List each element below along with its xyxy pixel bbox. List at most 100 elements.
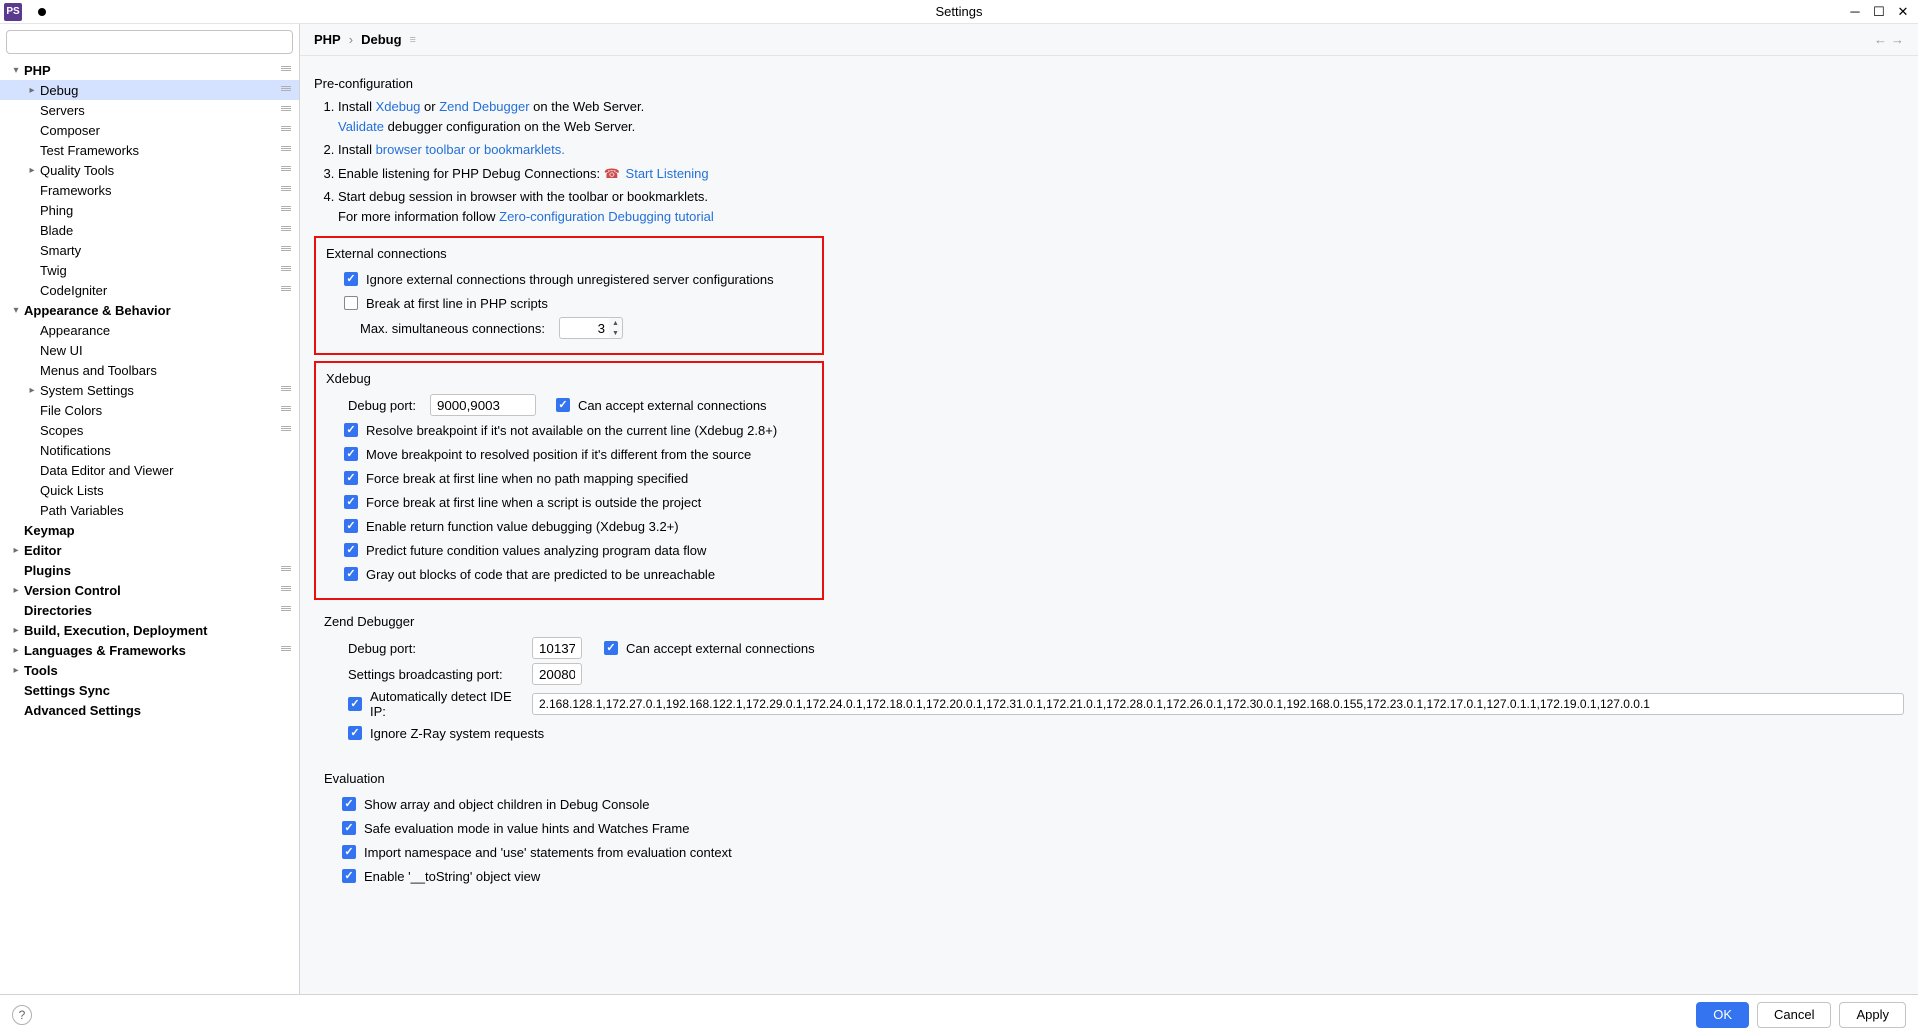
tree-item-debug[interactable]: ▸Debug [0, 80, 299, 100]
tree-item-appearance-behavior[interactable]: ▾Appearance & Behavior [0, 300, 299, 320]
tree-item-twig[interactable]: ▸Twig [0, 260, 299, 280]
tree-item-appearance[interactable]: ▸Appearance [0, 320, 299, 340]
toolbar-link[interactable]: browser toolbar or bookmarklets. [376, 142, 565, 157]
tree-item-path-variables[interactable]: ▸Path Variables [0, 500, 299, 520]
resolve-breakpoint-checkbox[interactable] [344, 423, 358, 437]
minimize-button[interactable]: ─ [1844, 3, 1866, 21]
tree-item-settings-sync[interactable]: ▸Settings Sync [0, 680, 299, 700]
tree-item-advanced-settings[interactable]: ▸Advanced Settings [0, 700, 299, 720]
ignore-zray-checkbox[interactable] [348, 726, 362, 740]
predict-future-checkbox[interactable] [344, 543, 358, 557]
tree-item-system-settings[interactable]: ▸System Settings [0, 380, 299, 400]
maximize-button[interactable]: ☐ [1868, 3, 1890, 21]
tree-item-blade[interactable]: ▸Blade [0, 220, 299, 240]
tree-item-label: Phing [40, 203, 281, 218]
tree-item-file-colors[interactable]: ▸File Colors [0, 400, 299, 420]
auto-detect-ip-checkbox[interactable] [348, 697, 362, 711]
tree-item-servers[interactable]: ▸Servers [0, 100, 299, 120]
tree-item-quick-lists[interactable]: ▸Quick Lists [0, 480, 299, 500]
settings-tree: ▾PHP▸Debug▸Servers▸Composer▸Test Framewo… [0, 60, 299, 994]
ip-list-input[interactable] [532, 693, 1904, 715]
max-connections-stepper[interactable]: ▲▼ [609, 317, 623, 339]
chevron-right-icon: ▸ [10, 545, 22, 556]
zend-accept-checkbox[interactable] [604, 641, 618, 655]
tree-item-label: Languages & Frameworks [24, 643, 281, 658]
tree-item-label: Data Editor and Viewer [40, 463, 291, 478]
resolve-breakpoint-label: Resolve breakpoint if it's not available… [366, 423, 777, 438]
import-namespace-checkbox[interactable] [342, 845, 356, 859]
tree-item-keymap[interactable]: ▸Keymap [0, 520, 299, 540]
search-input[interactable] [6, 30, 293, 54]
settings-marker-icon [281, 266, 291, 274]
chevron-right-icon: ▸ [26, 85, 38, 96]
tree-item-languages-frameworks[interactable]: ▸Languages & Frameworks [0, 640, 299, 660]
settings-marker-icon [281, 586, 291, 594]
tostring-checkbox[interactable] [342, 869, 356, 883]
breadcrumb-php[interactable]: PHP [314, 32, 341, 47]
tree-item-smarty[interactable]: ▸Smarty [0, 240, 299, 260]
chevron-down-icon: ▾ [10, 65, 22, 76]
tree-item-phing[interactable]: ▸Phing [0, 200, 299, 220]
chevron-right-icon: ▸ [10, 665, 22, 676]
tree-item-test-frameworks[interactable]: ▸Test Frameworks [0, 140, 299, 160]
tree-item-editor[interactable]: ▸Editor [0, 540, 299, 560]
xdebug-link[interactable]: Xdebug [376, 99, 421, 114]
safe-eval-checkbox[interactable] [342, 821, 356, 835]
tree-item-notifications[interactable]: ▸Notifications [0, 440, 299, 460]
tree-item-label: Notifications [40, 443, 291, 458]
move-breakpoint-checkbox[interactable] [344, 447, 358, 461]
tree-item-new-ui[interactable]: ▸New UI [0, 340, 299, 360]
tree-item-php[interactable]: ▾PHP [0, 60, 299, 80]
tree-item-tools[interactable]: ▸Tools [0, 660, 299, 680]
force-break-nomapping-checkbox[interactable] [344, 471, 358, 485]
back-button[interactable]: ← [1874, 32, 1887, 47]
close-button[interactable]: ✕ [1892, 3, 1914, 21]
zend-debugger-link[interactable]: Zend Debugger [439, 99, 529, 114]
tree-item-build-execution-deployment[interactable]: ▸Build, Execution, Deployment [0, 620, 299, 640]
tree-item-label: Settings Sync [24, 683, 291, 698]
tree-item-quality-tools[interactable]: ▸Quality Tools [0, 160, 299, 180]
xdebug-accept-checkbox[interactable] [556, 398, 570, 412]
validate-link[interactable]: Validate [338, 119, 384, 134]
settings-marker-icon [281, 146, 291, 154]
ignore-external-checkbox[interactable] [344, 272, 358, 286]
max-connections-input[interactable] [559, 317, 609, 339]
return-value-debug-checkbox[interactable] [344, 519, 358, 533]
start-listening-link[interactable]: Start Listening [626, 166, 709, 181]
safe-eval-label: Safe evaluation mode in value hints and … [364, 821, 689, 836]
tree-item-directories[interactable]: ▸Directories [0, 600, 299, 620]
show-array-checkbox[interactable] [342, 797, 356, 811]
settings-marker-icon [281, 186, 291, 194]
xdebug-port-input[interactable] [430, 394, 536, 416]
break-first-line-label: Break at first line in PHP scripts [366, 296, 548, 311]
tree-item-frameworks[interactable]: ▸Frameworks [0, 180, 299, 200]
apply-button[interactable]: Apply [1839, 1002, 1906, 1028]
zend-port-input[interactable] [532, 637, 582, 659]
zend-bcast-input[interactable] [532, 663, 582, 685]
gray-out-checkbox[interactable] [344, 567, 358, 581]
import-namespace-label: Import namespace and 'use' statements fr… [364, 845, 732, 860]
tree-item-codeigniter[interactable]: ▸CodeIgniter [0, 280, 299, 300]
tree-item-version-control[interactable]: ▸Version Control [0, 580, 299, 600]
tree-item-composer[interactable]: ▸Composer [0, 120, 299, 140]
force-break-outside-checkbox[interactable] [344, 495, 358, 509]
tree-item-label: Servers [40, 103, 281, 118]
tree-item-menus-and-toolbars[interactable]: ▸Menus and Toolbars [0, 360, 299, 380]
help-button[interactable]: ? [12, 1005, 32, 1025]
tree-item-label: Path Variables [40, 503, 291, 518]
predict-future-label: Predict future condition values analyzin… [366, 543, 706, 558]
tree-item-label: Tools [24, 663, 291, 678]
tree-item-scopes[interactable]: ▸Scopes [0, 420, 299, 440]
cancel-button[interactable]: Cancel [1757, 1002, 1831, 1028]
settings-marker-icon [281, 246, 291, 254]
force-break-outside-label: Force break at first line when a script … [366, 495, 701, 510]
break-first-line-checkbox[interactable] [344, 296, 358, 310]
tree-item-label: Directories [24, 603, 281, 618]
ok-button[interactable]: OK [1696, 1002, 1749, 1028]
tutorial-link[interactable]: Zero-configuration Debugging tutorial [499, 209, 714, 224]
tree-item-data-editor-and-viewer[interactable]: ▸Data Editor and Viewer [0, 460, 299, 480]
tree-item-plugins[interactable]: ▸Plugins [0, 560, 299, 580]
forward-button[interactable]: → [1891, 32, 1904, 47]
zend-bcast-label: Settings broadcasting port: [348, 667, 518, 682]
chevron-right-icon: ▸ [26, 385, 38, 396]
